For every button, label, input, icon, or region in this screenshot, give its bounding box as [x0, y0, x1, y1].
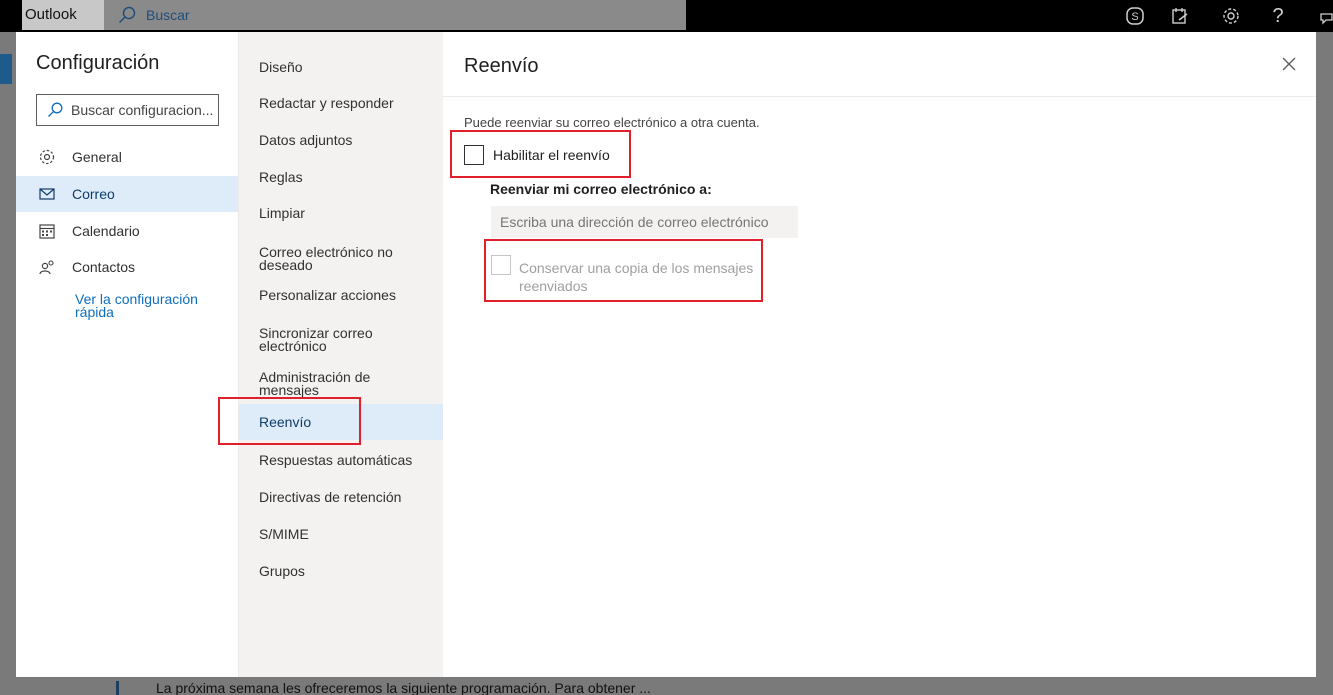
top-bar: Outlook Buscar S ? — [0, 0, 1333, 32]
background-preview-text: La próxima semana les ofreceremos la sig… — [156, 680, 651, 695]
category-label: Contactos — [72, 259, 136, 275]
people-icon — [38, 258, 56, 276]
skype-icon[interactable]: S — [1125, 6, 1145, 26]
forward-to-label: Reenviar mi correo electrónico a: — [490, 181, 712, 197]
quick-settings-link[interactable]: Ver la configuración rápida — [75, 292, 198, 319]
category-contacts[interactable]: Contactos — [16, 249, 238, 285]
background-right-edge — [1316, 32, 1333, 695]
app-brand[interactable]: Outlook — [22, 0, 104, 30]
menu-item-reglas[interactable]: Reglas — [239, 168, 444, 190]
forwarding-intro: Puede reenviar su correo electrónico a o… — [464, 115, 760, 130]
settings-categories: Configuración Buscar configuracion... Ge… — [16, 32, 238, 677]
search-icon — [118, 6, 136, 24]
background-blue-tab — [0, 54, 12, 84]
settings-dialog: Configuración Buscar configuracion... Ge… — [16, 32, 1316, 677]
whats-new-icon[interactable] — [1170, 6, 1190, 26]
category-label: Correo — [72, 186, 115, 202]
settings-icon[interactable] — [1221, 6, 1241, 26]
menu-item-diseno[interactable]: Diseño — [239, 58, 444, 80]
menu-item-personalizar-acciones[interactable]: Personalizar acciones — [239, 286, 444, 308]
forwarding-pane: Reenvío Puede reenviar su correo electró… — [443, 32, 1316, 677]
settings-search-input[interactable]: Buscar configuracion... — [36, 94, 219, 126]
highlight-reenvio-menu — [218, 397, 361, 445]
header-divider — [443, 96, 1316, 97]
menu-item-grupos[interactable]: Grupos — [239, 562, 444, 584]
menu-item-smime[interactable]: S/MIME — [239, 525, 444, 547]
background-marker — [116, 681, 119, 695]
search-icon — [48, 102, 63, 117]
menu-item-directivas-retencion[interactable]: Directivas de retención — [239, 488, 444, 510]
svg-text:S: S — [1131, 11, 1138, 23]
category-calendar[interactable]: Calendario — [16, 213, 238, 249]
menu-item-respuestas-automaticas[interactable]: Respuestas automáticas — [239, 451, 444, 473]
menu-item-redactar[interactable]: Redactar y responder — [239, 94, 444, 116]
menu-item-datos-adjuntos[interactable]: Datos adjuntos — [239, 131, 444, 153]
category-label: Calendario — [72, 223, 140, 239]
menu-item-correo-no-deseado[interactable]: Correo electrónico no deseado — [239, 245, 444, 276]
menu-item-sincronizar[interactable]: Sincronizar correo electrónico — [239, 326, 444, 357]
background-mail-list-edge — [0, 32, 16, 695]
highlight-keep-copy — [484, 239, 763, 302]
menu-item-limpiar[interactable]: Limpiar — [239, 204, 444, 226]
category-general[interactable]: General — [16, 139, 238, 175]
feedback-icon[interactable] — [1316, 6, 1333, 26]
help-icon[interactable]: ? — [1268, 6, 1288, 26]
pane-title: Reenvío — [464, 55, 539, 77]
highlight-enable-forwarding — [450, 130, 631, 178]
category-mail[interactable]: Correo — [16, 176, 238, 212]
gear-icon — [38, 148, 56, 166]
global-search[interactable]: Buscar — [104, 0, 686, 30]
calendar-icon — [38, 222, 56, 240]
background-bottom-strip: La próxima semana les ofreceremos la sig… — [16, 677, 1316, 695]
close-icon[interactable] — [1279, 54, 1299, 74]
global-search-placeholder: Buscar — [146, 7, 190, 23]
mail-settings-menu: Diseño Redactar y responder Datos adjunt… — [238, 32, 444, 677]
forward-email-input[interactable] — [491, 206, 798, 238]
category-label: General — [72, 149, 122, 165]
settings-search-placeholder: Buscar configuracion... — [71, 102, 214, 118]
mail-icon — [38, 185, 56, 203]
settings-title: Configuración — [36, 52, 160, 74]
